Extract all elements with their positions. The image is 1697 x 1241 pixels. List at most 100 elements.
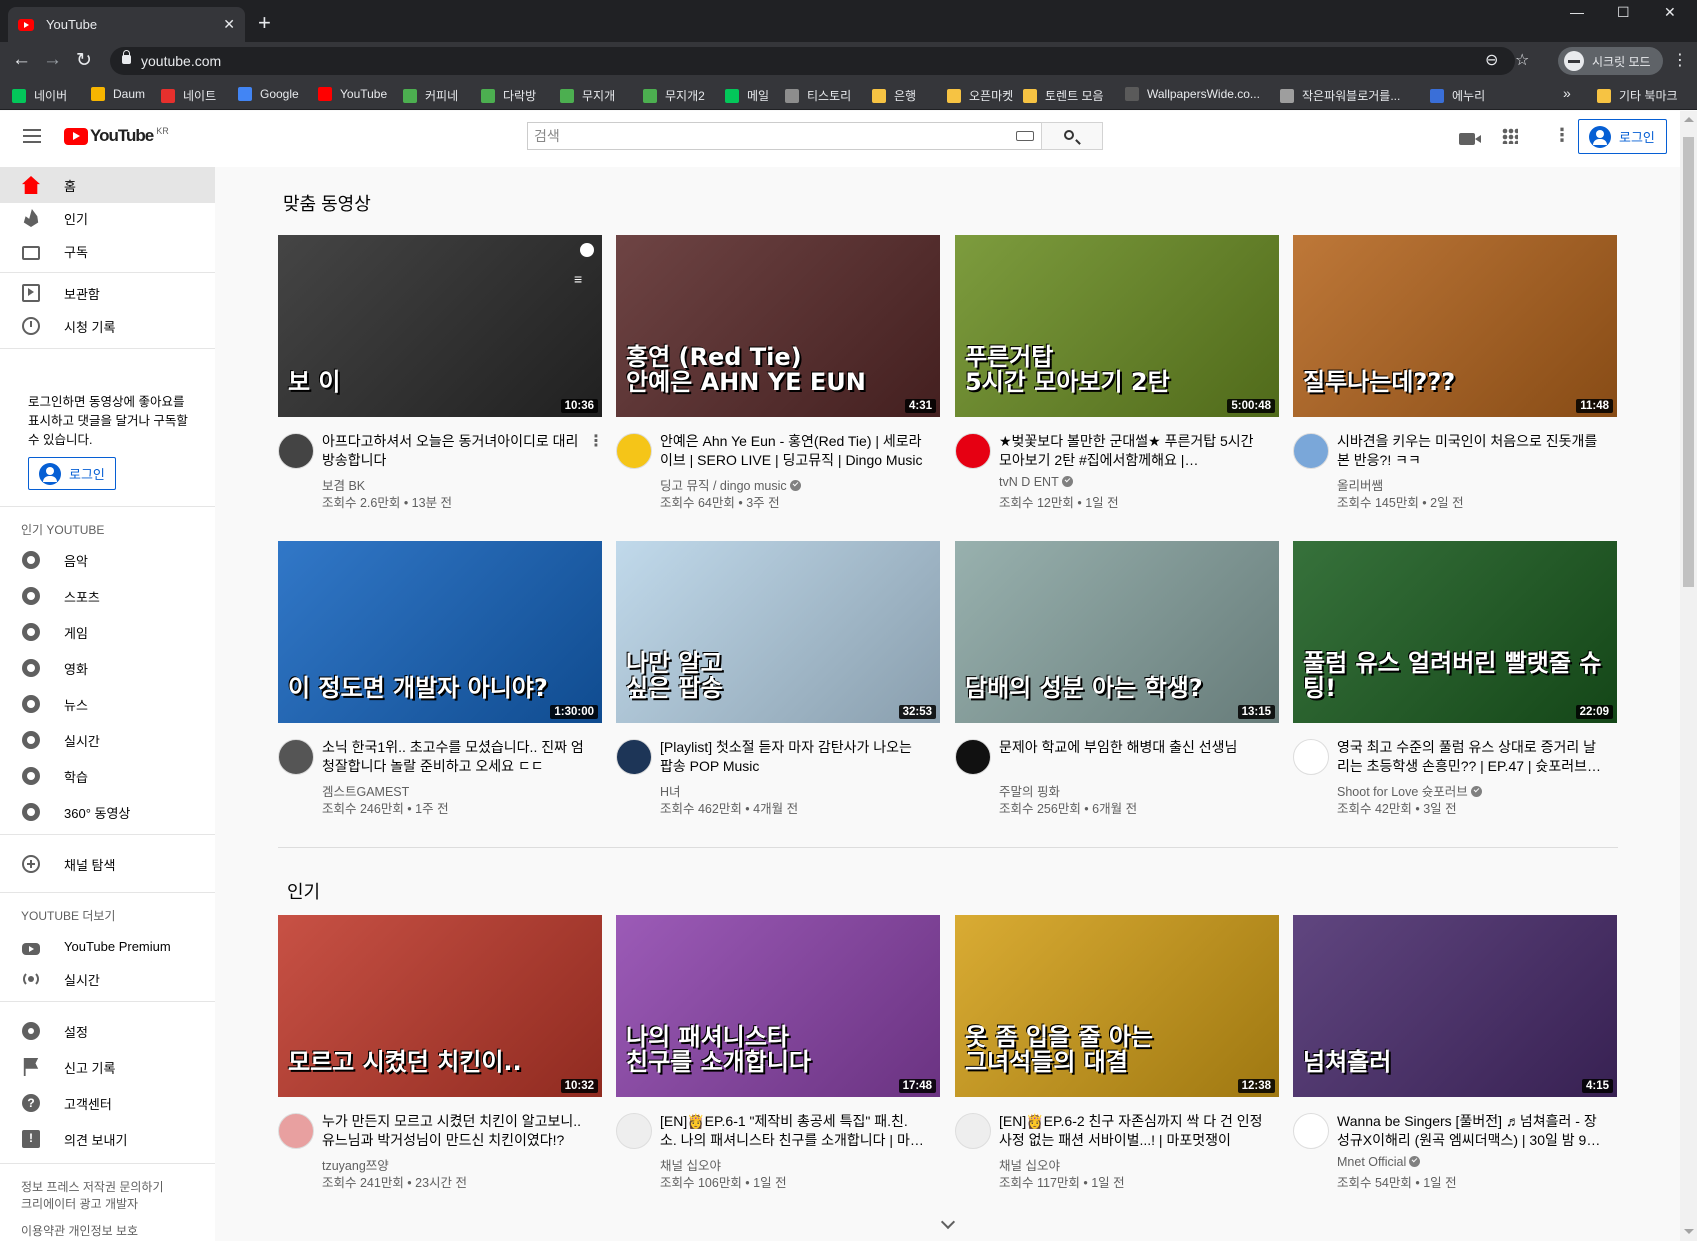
sidebar-item-flag[interactable]: 신고 기록 xyxy=(0,1049,215,1085)
forward-arrow-icon[interactable]: → xyxy=(43,49,62,71)
video-title[interactable]: 아프다고하셔서 오늘은 동거녀아이디로 대리방송합니다 xyxy=(322,432,586,470)
sidebar-item-music[interactable]: 음악 xyxy=(0,542,215,578)
video-card[interactable]: 나만 알고 싶은 팝송 32:53 [Playlist] 첫소절 듣자 마자 감탄사… xyxy=(616,541,940,821)
channel-avatar[interactable] xyxy=(278,1113,314,1149)
video-title[interactable]: [EN]👸EP.6-2 친구 자존심까지 싹 다 건 인정사정 없는 패션 서바… xyxy=(999,1112,1263,1150)
video-card[interactable]: 풀럼 유스 얼려버린 빨랫줄 슈팅! 22:09 영국 최고 수준의 풀럼 유스 상… xyxy=(1293,541,1617,821)
channel-avatar[interactable] xyxy=(1293,433,1329,469)
sidebar-item-news[interactable]: 뉴스 xyxy=(0,686,215,722)
video-card[interactable]: 푸른거탑 5시간 모아보기 2탄 5:00:48 ★벚꽃보다 볼만한 군대썰★ 푸른… xyxy=(955,235,1279,515)
bookmark-item[interactable]: 작은파워블로거를... xyxy=(1280,87,1400,104)
sidebar-item-live[interactable]: 실시간 xyxy=(0,722,215,758)
browser-menu-icon[interactable]: ⋮ xyxy=(1672,50,1688,70)
footer-links-3[interactable]: 이용약관 개인정보 보호 xyxy=(21,1223,201,1240)
video-title[interactable]: 소닉 한국1위.. 초고수를 모셨습니다.. 진짜 엄청잘합니다 놀랄 준비하고… xyxy=(322,738,586,776)
footer-links-1[interactable]: 정보 프레스 저작권 문의하기 xyxy=(21,1179,201,1196)
video-card[interactable]: 이 정도면 개발자 아니야? 1:30:00 소닉 한국1위.. 초고수를 모셨습니… xyxy=(278,541,602,821)
channel-name-text[interactable]: 채널 십오야 xyxy=(660,1159,721,1173)
sidebar-item-vr360[interactable]: 360° 동영상 xyxy=(0,794,215,830)
bookmark-item[interactable]: 네이트 xyxy=(161,87,216,104)
video-thumbnail[interactable]: 나의 패셔니스타 친구를 소개합니다 17:48 xyxy=(616,915,940,1097)
channel-name-text[interactable]: H녀 xyxy=(660,785,681,799)
bookmark-item[interactable]: 무지개2 xyxy=(643,87,705,104)
scroll-thumb[interactable] xyxy=(1683,137,1694,587)
scroll-down-arrow-icon[interactable] xyxy=(1684,1229,1694,1234)
bookmark-star-icon[interactable]: ☆ xyxy=(1515,50,1529,70)
channel-avatar[interactable] xyxy=(955,433,991,469)
search-button[interactable] xyxy=(1041,122,1103,150)
channel-avatar[interactable] xyxy=(278,739,314,775)
sidebar-item-help[interactable]: ? 고객센터 xyxy=(0,1085,215,1121)
bookmark-item[interactable]: 메일 xyxy=(725,87,769,104)
bookmark-item[interactable]: Google xyxy=(238,87,299,101)
incognito-badge[interactable]: 시크릿 모드 xyxy=(1558,47,1663,75)
sidebar-item-browse-channels[interactable]: 채널 탐색 xyxy=(0,846,215,882)
bookmark-item[interactable]: 커피네 xyxy=(403,87,458,104)
bookmark-item[interactable]: YouTube xyxy=(318,87,387,101)
apps-grid-icon[interactable] xyxy=(1502,128,1518,144)
sidebar-item-subscriptions[interactable]: 구독 xyxy=(0,233,215,269)
new-tab-button[interactable]: + xyxy=(258,10,271,36)
channel-name-text[interactable]: 주말의 핑화 xyxy=(999,785,1060,799)
channel-name-text[interactable]: 딩고 뮤직 / dingo music xyxy=(660,479,787,493)
video-card[interactable]: 모르고 시켰던 치킨이.. 10:32 누가 만든지 모르고 시켰던 치킨이 알고보… xyxy=(278,915,602,1195)
tab-close-icon[interactable]: ✕ xyxy=(223,16,235,33)
video-title[interactable]: [Playlist] 첫소절 듣자 마자 감탄사가 나오는 팝송 POP Mus… xyxy=(660,738,924,776)
video-thumbnail[interactable]: 홍연 (Red Tie) 안예은 AHN YE EUN 4:31 xyxy=(616,235,940,417)
channel-name-text[interactable]: 올리버쌤 xyxy=(1337,479,1383,493)
settings-more-icon[interactable]: ⋮ xyxy=(1553,126,1571,144)
browser-tab[interactable]: YouTube ✕ xyxy=(8,7,245,42)
zoom-icon[interactable]: ⊖ xyxy=(1485,50,1498,70)
video-thumbnail[interactable]: 보 이 10:36 ≡ xyxy=(278,235,602,417)
channel-name-text[interactable]: tvN D ENT xyxy=(999,475,1059,489)
channel-avatar[interactable] xyxy=(955,739,991,775)
bookmark-item[interactable]: 오픈마켓 xyxy=(947,87,1013,104)
video-title[interactable]: Wanna be Singers [풀버전] ♬넘쳐흘러 - 장성규X이해리 (… xyxy=(1337,1112,1601,1150)
bookmark-item[interactable]: 티스토리 xyxy=(785,87,851,104)
channel-avatar[interactable] xyxy=(1293,1113,1329,1149)
search-input[interactable] xyxy=(528,123,1016,149)
video-card[interactable]: 옷 좀 입을 줄 아는 그녀석들의 대결 12:38 [EN]👸EP.6-2 친구 … xyxy=(955,915,1279,1195)
video-thumbnail[interactable]: 담배의 성분 아는 학생? 13:15 xyxy=(955,541,1279,723)
channel-name-text[interactable]: Shoot for Love 슛포러브 xyxy=(1337,785,1468,799)
page-scrollbar[interactable] xyxy=(1680,111,1697,1241)
channel-avatar[interactable] xyxy=(278,433,314,469)
sidebar-item-gaming[interactable]: 게임 xyxy=(0,614,215,650)
header-signin-button[interactable]: 로그인 xyxy=(1578,119,1667,154)
keyboard-icon[interactable] xyxy=(1016,131,1034,141)
video-thumbnail[interactable]: 푸른거탑 5시간 모아보기 2탄 5:00:48 xyxy=(955,235,1279,417)
video-title[interactable]: [EN]👸EP.6-1 "제작비 총공세 특집" 패.친.소. 나의 패셔니스타… xyxy=(660,1112,924,1150)
video-thumbnail[interactable]: 모르고 시켰던 치킨이.. 10:32 xyxy=(278,915,602,1097)
trending-section-title[interactable]: 인기 xyxy=(287,878,320,904)
sidebar-item-settings[interactable]: 설정 xyxy=(0,1013,215,1049)
video-card[interactable]: 넘쳐흘러 4:15 Wanna be Singers [풀버전] ♬넘쳐흘러 - 장… xyxy=(1293,915,1617,1195)
video-card[interactable]: 나의 패셔니스타 친구를 소개합니다 17:48 [EN]👸EP.6-1 "제작비 … xyxy=(616,915,940,1195)
sidebar-item-home[interactable]: 홈 xyxy=(0,167,215,203)
create-video-icon[interactable] xyxy=(1459,133,1481,145)
channel-avatar[interactable] xyxy=(955,1113,991,1149)
add-to-queue-icon[interactable]: ≡ xyxy=(574,271,594,291)
footer-links-2[interactable]: 크리에이터 광고 개발자 xyxy=(21,1196,201,1213)
back-arrow-icon[interactable]: ← xyxy=(12,49,31,71)
channel-name[interactable]: Mnet Official xyxy=(1337,1155,1421,1169)
channel-name-text[interactable]: Mnet Official xyxy=(1337,1155,1406,1169)
video-thumbnail[interactable]: 이 정도면 개발자 아니야? 1:30:00 xyxy=(278,541,602,723)
bookmark-item[interactable]: Daum xyxy=(91,87,145,101)
sidebar-item-trending[interactable]: 인기 xyxy=(0,200,215,236)
bookmark-item[interactable]: 에누리 xyxy=(1430,87,1485,104)
sidebar-item-movies[interactable]: 영화 xyxy=(0,650,215,686)
watch-later-clock-icon[interactable] xyxy=(580,243,594,257)
video-title[interactable]: 시바견을 키우는 미국인이 처음으로 진돗개를 본 반응?! ㅋㅋ xyxy=(1337,432,1601,470)
address-bar[interactable]: youtube.com ⊖ ☆ xyxy=(110,47,1529,75)
minimize-icon[interactable]: — xyxy=(1570,4,1584,20)
channel-avatar[interactable] xyxy=(616,433,652,469)
expand-chevron-down-icon[interactable] xyxy=(940,1214,956,1230)
sidebar-item-library[interactable]: 보관함 xyxy=(0,275,215,311)
video-title[interactable]: 안예은 Ahn Ye Eun - 홍연(Red Tie) | 세로라이브 | S… xyxy=(660,432,924,470)
sidebar-item-live-broadcast[interactable]: 실시간 xyxy=(0,961,215,997)
video-title[interactable]: 영국 최고 수준의 풀럼 유스 상대로 증거리 날리는 초등학생 손흥민?? |… xyxy=(1337,738,1601,776)
sidebar-item-youtube-premium[interactable]: YouTube Premium xyxy=(0,928,215,964)
bookmark-item[interactable]: WallpapersWide.co... xyxy=(1125,87,1260,101)
guide-menu-icon[interactable] xyxy=(23,129,41,143)
channel-name-text[interactable]: 겜스트GAMEST xyxy=(322,785,409,799)
